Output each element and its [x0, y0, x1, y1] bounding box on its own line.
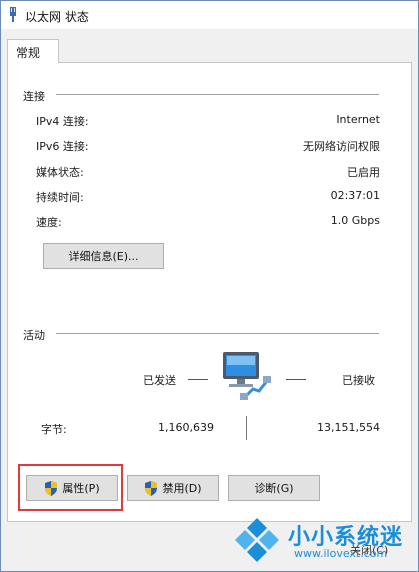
watermark-logo-icon: [235, 518, 279, 562]
media-state-value: 已启用: [347, 166, 380, 179]
ipv4-label: IPv4 连接:: [36, 115, 89, 128]
speed-value: 1.0 Gbps: [330, 214, 380, 227]
network-adapter-icon: [10, 7, 16, 22]
ethernet-status-window: 以太网 状态 常规 连接 IPv4 连接: Internet IPv6 连接: …: [0, 0, 419, 572]
details-button-label: 详细信息(E)...: [68, 250, 139, 263]
media-state-label: 媒体状态:: [36, 166, 84, 179]
activity-section-title: 活动: [23, 329, 45, 342]
connection-section-title: 连接: [23, 90, 45, 103]
sent-dash: [188, 379, 208, 380]
tab-general-label: 常规: [16, 46, 41, 60]
bytes-separator: [246, 416, 247, 440]
network-cable-icon: [240, 376, 271, 400]
ipv6-value: 无网络访问权限: [303, 140, 380, 153]
watermark-url: www.ilovext.com: [294, 547, 388, 560]
duration-label: 持续时间:: [36, 191, 84, 204]
title-bar[interactable]: 以太网 状态: [1, 1, 418, 29]
speed-label: 速度:: [36, 216, 62, 229]
bytes-sent-value: 1,160,639: [158, 421, 214, 434]
connection-divider: [56, 94, 379, 95]
received-label: 已接收: [342, 374, 375, 387]
ipv6-label: IPv6 连接:: [36, 140, 89, 153]
tab-general[interactable]: 常规: [7, 39, 59, 63]
general-panel: [7, 62, 412, 522]
received-dash: [286, 379, 306, 380]
disable-button[interactable]: 禁用(D): [127, 475, 219, 501]
duration-value: 02:37:01: [330, 189, 380, 202]
disable-button-label: 禁用(D): [162, 482, 202, 495]
diagnose-button[interactable]: 诊断(G): [228, 475, 320, 501]
properties-highlight-box: [18, 464, 123, 511]
details-button[interactable]: 详细信息(E)...: [43, 243, 164, 269]
window-title: 以太网 状态: [25, 10, 89, 24]
activity-divider: [56, 333, 379, 334]
sent-label: 已发送: [143, 374, 176, 387]
bytes-label: 字节:: [41, 423, 67, 436]
bytes-received-value: 13,151,554: [317, 421, 380, 434]
ipv4-value: Internet: [336, 113, 380, 126]
uac-shield-icon: [145, 480, 158, 496]
diagnose-button-label: 诊断(G): [254, 482, 294, 495]
